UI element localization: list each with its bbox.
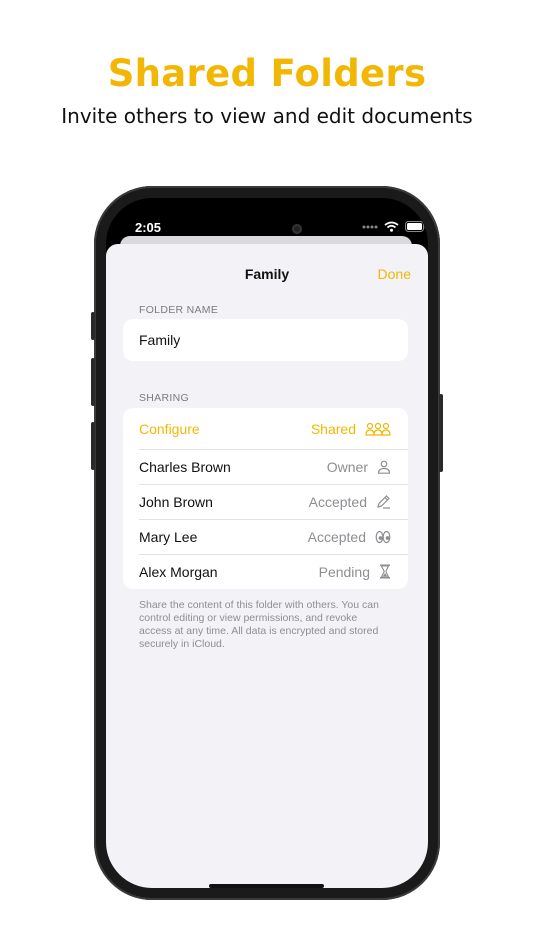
member-name: John Brown (139, 493, 213, 510)
member-status: Owner (326, 458, 368, 475)
folder-settings-sheet: Family Done FOLDER NAME Family SHARING C… (106, 244, 428, 888)
people-group-icon (365, 422, 391, 436)
folder-name-label: FOLDER NAME (139, 304, 219, 316)
promo-subhead: Invite others to view and edit documents (61, 104, 473, 128)
member-status: Accepted (308, 493, 367, 510)
member-name: Charles Brown (139, 458, 231, 475)
eyes-icon (375, 530, 391, 544)
home-indicator[interactable] (209, 884, 324, 888)
phone-frame: 2:05 Family Done FOLDER NAME Family SHAR… (91, 186, 443, 900)
volume-up-button (91, 358, 95, 406)
member-row-charles-brown[interactable]: Charles Brown Owner (123, 449, 408, 484)
member-row-john-brown[interactable]: John Brown Accepted (123, 484, 408, 519)
folder-name-group: Family (123, 319, 408, 361)
promo-headline: Shared Folders (107, 52, 427, 95)
configure-status: Shared (310, 420, 356, 437)
front-camera (292, 224, 302, 234)
sharing-group: Configure Shared Charles Brown Owner Joh… (123, 408, 408, 589)
configure-row[interactable]: Configure Shared (123, 408, 408, 449)
phone-screen: 2:05 Family Done FOLDER NAME Family SHAR… (106, 198, 428, 888)
person-icon (377, 460, 391, 474)
status-time: 2:05 (135, 220, 162, 235)
member-name: Alex Morgan (139, 563, 218, 580)
pencil-icon (376, 494, 391, 509)
power-button (439, 394, 443, 472)
action-button (91, 312, 95, 340)
volume-down-button (91, 422, 95, 470)
member-status: Pending (318, 563, 370, 580)
member-status: Accepted (307, 528, 366, 545)
configure-label: Configure (139, 420, 200, 437)
signal-dots-icon (362, 224, 378, 230)
status-icons (362, 221, 427, 232)
folder-name-field[interactable]: Family (123, 319, 408, 361)
member-row-mary-lee[interactable]: Mary Lee Accepted (123, 519, 408, 554)
wifi-icon (384, 221, 399, 232)
done-button[interactable]: Done (378, 266, 411, 282)
battery-icon (405, 221, 427, 232)
member-name: Mary Lee (139, 528, 198, 545)
member-row-alex-morgan[interactable]: Alex Morgan Pending (123, 554, 408, 589)
hourglass-icon (379, 564, 391, 579)
sharing-label: SHARING (139, 392, 189, 404)
sharing-footnote: Share the content of this folder with ot… (139, 599, 379, 650)
